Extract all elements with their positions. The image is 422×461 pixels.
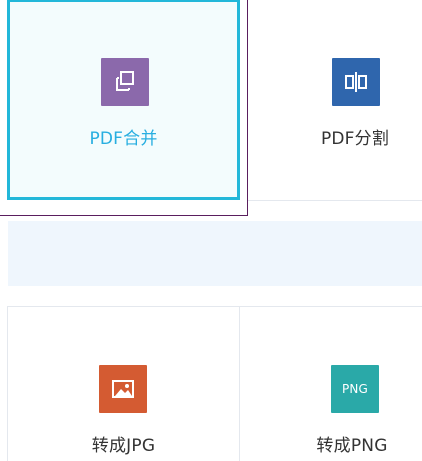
- convert-to-png-tile[interactable]: PNG 转成PNG: [240, 306, 422, 461]
- pdf-merge-label: PDF合并: [89, 129, 158, 149]
- pdf-split-tile[interactable]: PDF分割: [248, 0, 422, 200]
- convert-to-png-label: 转成PNG: [316, 436, 388, 456]
- pdf-merge-tile[interactable]: PDF合并: [7, 0, 240, 200]
- split-pages-icon: [332, 58, 380, 106]
- merge-pages-icon: [101, 58, 149, 106]
- png-icon: PNG: [331, 365, 379, 413]
- png-icon-text: PNG: [341, 382, 369, 396]
- image-icon: [99, 365, 147, 413]
- tool-grid-page: PDF合并 PDF分割 转成JPG PNG 转成PNG: [0, 0, 422, 461]
- convert-to-jpg-label: 转成JPG: [91, 436, 156, 456]
- convert-to-jpg-tile[interactable]: 转成JPG: [7, 306, 240, 461]
- top-row-divider: [248, 200, 422, 201]
- section-separator-band: [8, 221, 422, 286]
- pdf-split-label: PDF分割: [320, 129, 390, 149]
